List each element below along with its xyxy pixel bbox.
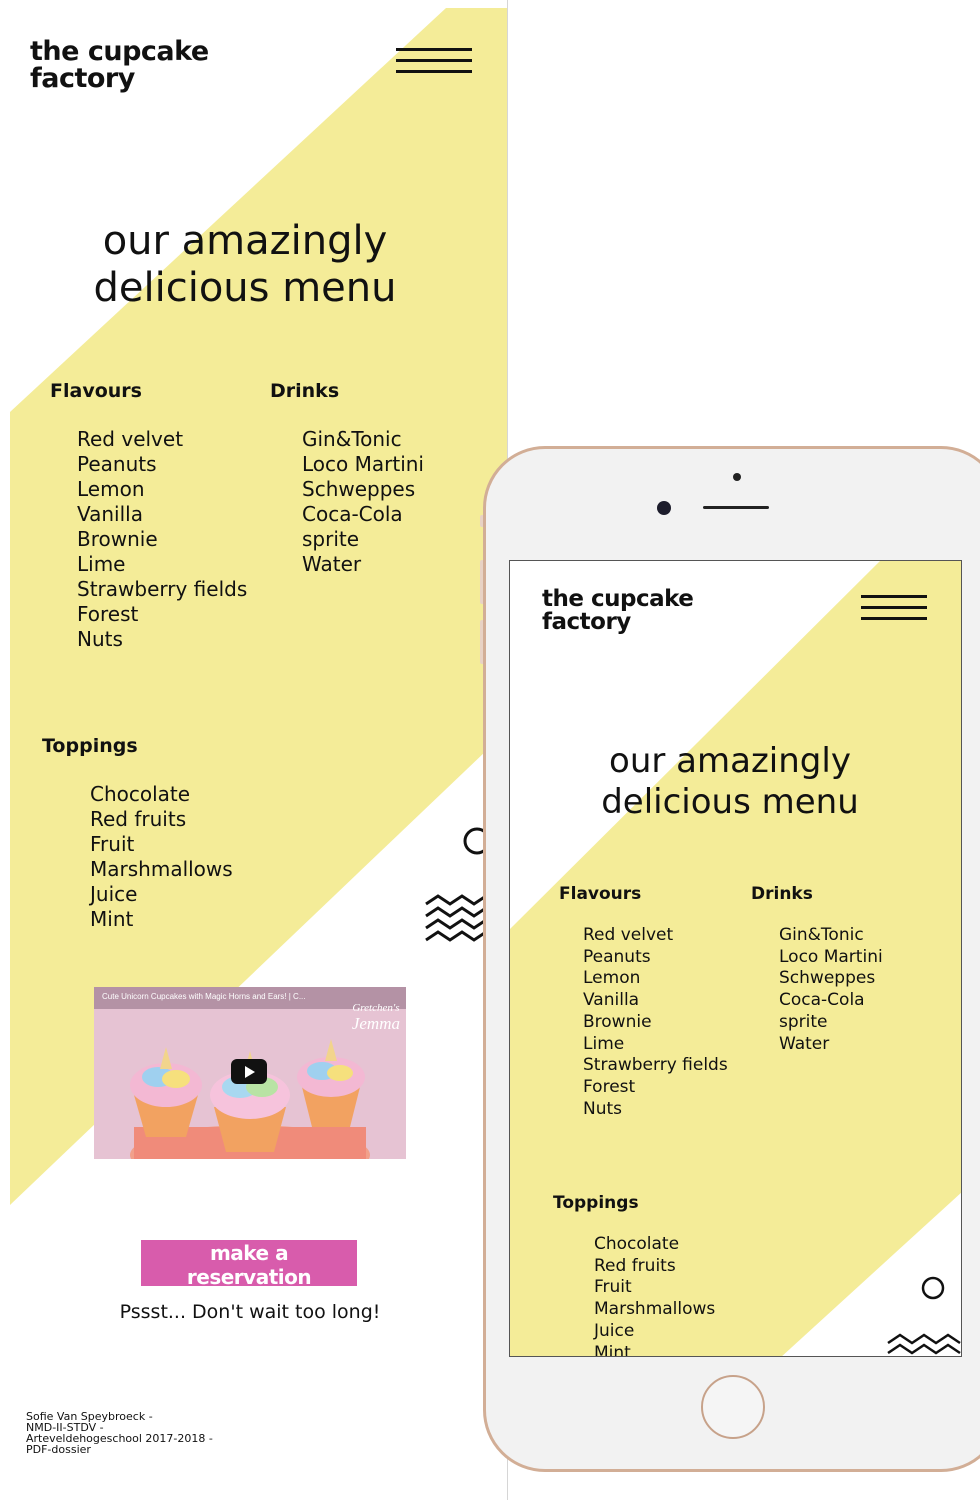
- list-item: Lemon: [77, 477, 145, 501]
- list-item: sprite: [779, 1011, 828, 1032]
- brand-line-2: factory: [30, 63, 135, 94]
- list-item: Marshmallows: [594, 1299, 716, 1320]
- circle-icon: [921, 1276, 945, 1300]
- page-title: our amazingly delicious menu: [93, 218, 397, 311]
- list-item: Water: [302, 552, 362, 576]
- hamburger-menu-icon[interactable]: [396, 48, 472, 81]
- list-item: Brownie: [583, 1011, 652, 1032]
- list-item: Vanilla: [583, 990, 640, 1011]
- list-item: Loco Martini: [302, 452, 424, 476]
- list-item: Coca-Cola: [302, 502, 403, 526]
- drinks-list: Gin&Tonic Loco Martini Schweppes Coca-Co…: [779, 925, 883, 1055]
- list-item: Chocolate: [594, 1234, 680, 1254]
- list-item: Loco Martini: [779, 946, 883, 967]
- hamburger-menu-icon[interactable]: [861, 595, 927, 628]
- list-item: Red velvet: [583, 925, 674, 945]
- list-item: Chocolate: [90, 782, 191, 806]
- phone-sensor: [733, 473, 741, 481]
- list-item: Juice: [594, 1320, 635, 1341]
- list-item: Mint: [594, 1342, 631, 1357]
- list-item: Mint: [90, 907, 134, 931]
- footer-credits: Sofie Van Speybroeck - NMD-II-STDV - Art…: [26, 1410, 213, 1456]
- list-item: Fruit: [90, 832, 135, 856]
- list-item: Red velvet: [77, 427, 184, 451]
- desktop-page-mockup: the cupcake factory our amazingly delici…: [0, 0, 508, 1500]
- flavours-list: Red velvet Peanuts Lemon Vanilla Brownie…: [77, 427, 247, 652]
- reservation-button[interactable]: make a reservation: [141, 1240, 357, 1289]
- phone-screen: the cupcake factory our amazingly delici…: [509, 560, 962, 1357]
- list-item: Fruit: [594, 1277, 632, 1298]
- toppings-list: Chocolate Red fruits Fruit Marshmallows …: [594, 1234, 716, 1357]
- list-item: Strawberry fields: [583, 1055, 728, 1076]
- toppings-heading: Toppings: [553, 1193, 639, 1213]
- phone-front-camera: [657, 501, 671, 515]
- list-item: Lime: [583, 1033, 625, 1054]
- flavours-heading: Flavours: [559, 884, 642, 904]
- drinks-heading: Drinks: [751, 884, 813, 904]
- reservation-note: Pssst... Don't wait too long!: [119, 1301, 381, 1323]
- list-item: Peanuts: [77, 452, 157, 476]
- list-item: Schweppes: [302, 477, 416, 501]
- video-channel-watermark: Gretchen's Jemma: [351, 1002, 400, 1033]
- list-item: Water: [779, 1033, 830, 1054]
- drinks-list: Gin&Tonic Loco Martini Schweppes Coca-Co…: [302, 427, 424, 577]
- list-item: Nuts: [77, 627, 123, 651]
- list-item: Red fruits: [90, 807, 187, 831]
- list-item: Marshmallows: [90, 857, 233, 881]
- list-item: Juice: [90, 882, 138, 906]
- list-item: Gin&Tonic: [302, 427, 402, 451]
- list-item: Forest: [77, 602, 139, 626]
- list-item: Brownie: [77, 527, 158, 551]
- drinks-heading: Drinks: [270, 380, 340, 402]
- page-title: our amazingly delicious menu: [601, 741, 859, 822]
- phone-speaker: [703, 506, 769, 509]
- brand-logo[interactable]: the cupcake factory: [542, 588, 694, 634]
- list-item: Vanilla: [77, 502, 143, 526]
- toppings-list: Chocolate Red fruits Fruit Marshmallows …: [90, 782, 233, 932]
- list-item: Forest: [583, 1076, 636, 1097]
- zigzag-icon: [425, 894, 487, 942]
- list-item: Coca-Cola: [779, 990, 865, 1011]
- flavours-heading: Flavours: [50, 380, 142, 402]
- list-item: Peanuts: [583, 946, 651, 967]
- video-title: Cute Unicorn Cupcakes with Magic Horns a…: [102, 992, 306, 1001]
- zigzag-icon: [887, 1333, 961, 1355]
- toppings-heading: Toppings: [42, 735, 138, 757]
- phone-home-button[interactable]: [701, 1375, 765, 1439]
- list-item: Red fruits: [594, 1255, 676, 1276]
- brand-line-1: the cupcake: [30, 36, 209, 67]
- brand-logo[interactable]: the cupcake factory: [30, 38, 209, 92]
- list-item: Schweppes: [779, 968, 876, 989]
- list-item: Lemon: [583, 968, 641, 989]
- list-item: Gin&Tonic: [779, 925, 864, 945]
- list-item: Lime: [77, 552, 126, 576]
- list-item: Nuts: [583, 1098, 623, 1119]
- list-item: Strawberry fields: [77, 577, 248, 601]
- diagonal-yellow-background: [510, 561, 961, 1356]
- play-icon[interactable]: [231, 1059, 267, 1084]
- flavours-list: Red velvet Peanuts Lemon Vanilla Brownie…: [583, 925, 728, 1120]
- list-item: sprite: [302, 527, 360, 551]
